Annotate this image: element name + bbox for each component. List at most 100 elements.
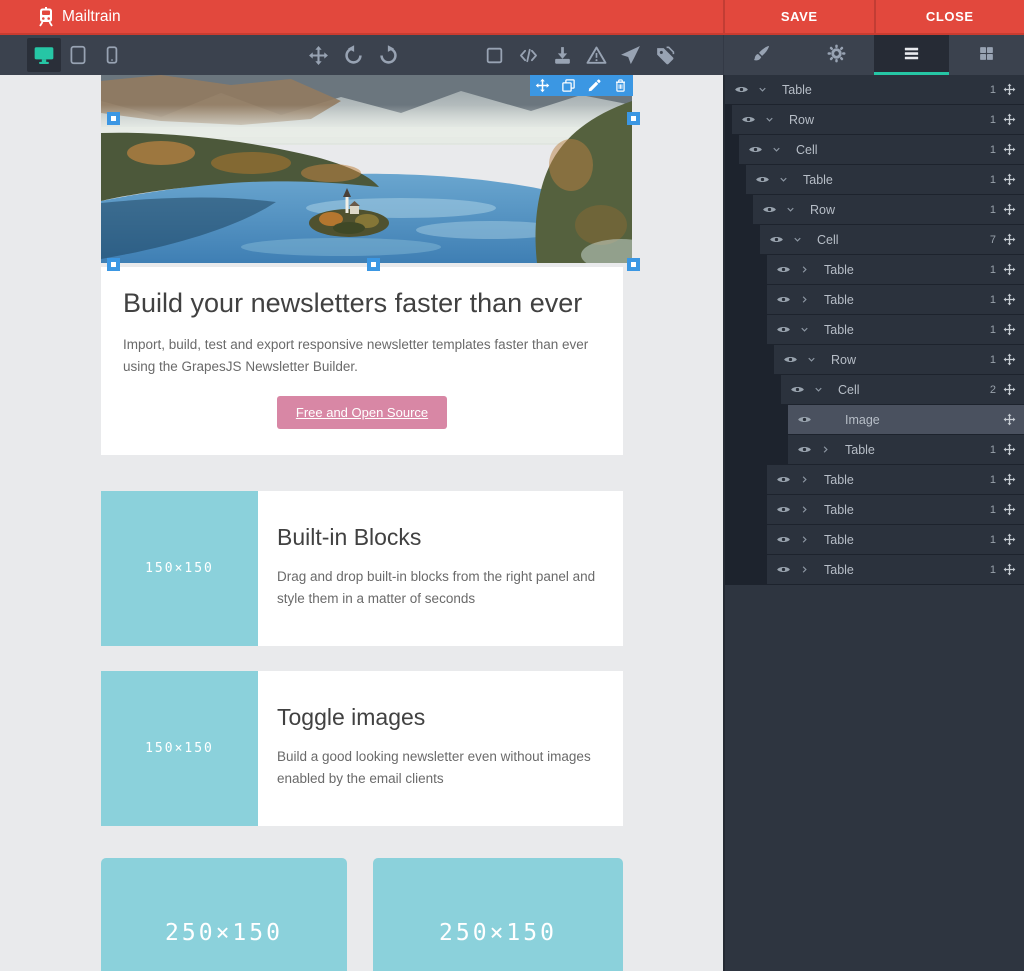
device-tablet-button[interactable] xyxy=(61,38,95,72)
move-icon[interactable] xyxy=(1003,503,1016,516)
move-icon[interactable] xyxy=(1003,143,1016,156)
layer-row-cell[interactable]: Cell1 xyxy=(739,135,1024,165)
code-button[interactable] xyxy=(518,45,539,66)
eye-icon[interactable] xyxy=(797,412,813,427)
move-icon[interactable] xyxy=(1003,383,1016,396)
eye-icon[interactable] xyxy=(776,322,792,337)
resize-handle-left[interactable] xyxy=(107,112,120,125)
eye-icon[interactable] xyxy=(783,352,799,367)
layer-row-row[interactable]: Row1 xyxy=(753,195,1024,225)
eye-icon[interactable] xyxy=(748,142,764,157)
move-icon[interactable] xyxy=(1003,413,1016,426)
move-icon[interactable] xyxy=(1003,83,1016,96)
layer-row-image[interactable]: Image xyxy=(788,405,1024,435)
image-placeholder[interactable]: 250×150 xyxy=(101,858,347,971)
move-icon[interactable] xyxy=(1003,533,1016,546)
hero-image[interactable] xyxy=(101,75,632,263)
device-desktop-button[interactable] xyxy=(27,38,61,72)
layer-row-table[interactable]: Table1 xyxy=(767,315,1024,345)
move-icon[interactable] xyxy=(1003,233,1016,246)
move-icon[interactable] xyxy=(1003,563,1016,576)
move-button[interactable] xyxy=(535,78,550,93)
chevron-down-icon[interactable] xyxy=(764,114,776,125)
layer-row-row[interactable]: Row1 xyxy=(774,345,1024,375)
image-placeholder[interactable]: 250×150 xyxy=(373,858,623,971)
send-button[interactable] xyxy=(620,45,641,66)
eye-icon[interactable] xyxy=(741,112,757,127)
tag-button[interactable] xyxy=(654,45,675,66)
feature-section[interactable]: 150×150Built-in BlocksDrag and drop buil… xyxy=(101,491,623,646)
layer-row-table[interactable]: Table1 xyxy=(788,435,1024,465)
chevron-right-icon[interactable] xyxy=(799,294,811,305)
warning-button[interactable] xyxy=(586,45,607,66)
move-icon[interactable] xyxy=(1003,113,1016,126)
panel-tab-layers[interactable] xyxy=(874,35,949,75)
layer-row-cell[interactable]: Cell2 xyxy=(781,375,1024,405)
eye-icon[interactable] xyxy=(776,562,792,577)
cta-button[interactable]: Free and Open Source xyxy=(277,396,447,429)
edit-button[interactable] xyxy=(587,78,602,93)
eye-icon[interactable] xyxy=(776,472,792,487)
move-icon[interactable] xyxy=(1003,473,1016,486)
chevron-down-icon[interactable] xyxy=(757,84,769,95)
chevron-down-icon[interactable] xyxy=(806,354,818,365)
eye-icon[interactable] xyxy=(755,172,771,187)
layer-row-row[interactable]: Row1 xyxy=(732,105,1024,135)
move-icon[interactable] xyxy=(1003,293,1016,306)
move-icon[interactable] xyxy=(1003,263,1016,276)
resize-handle-bottom-center[interactable] xyxy=(367,258,380,271)
copy-button[interactable] xyxy=(561,78,576,93)
undo-button[interactable] xyxy=(343,45,364,66)
panel-tab-blocks[interactable] xyxy=(949,35,1024,75)
layer-row-table[interactable]: Table1 xyxy=(725,75,1024,105)
layer-row-cell[interactable]: Cell7 xyxy=(760,225,1024,255)
resize-handle-bottom-right[interactable] xyxy=(627,258,640,271)
chevron-down-icon[interactable] xyxy=(785,204,797,215)
chevron-right-icon[interactable] xyxy=(799,504,811,515)
layer-row-table[interactable]: Table1 xyxy=(767,495,1024,525)
chevron-right-icon[interactable] xyxy=(820,444,832,455)
chevron-right-icon[interactable] xyxy=(799,564,811,575)
move-icon[interactable] xyxy=(1003,173,1016,186)
move-icon[interactable] xyxy=(1003,353,1016,366)
chevron-right-icon[interactable] xyxy=(799,264,811,275)
panel-tab-brush[interactable] xyxy=(724,35,799,75)
save-button[interactable]: SAVE xyxy=(723,0,874,33)
layer-row-table[interactable]: Table1 xyxy=(767,285,1024,315)
image-placeholder[interactable]: 150×150 xyxy=(101,671,258,826)
eye-icon[interactable] xyxy=(734,82,750,97)
redo-button[interactable] xyxy=(378,45,399,66)
layer-row-table[interactable]: Table1 xyxy=(767,255,1024,285)
image-placeholder[interactable]: 150×150 xyxy=(101,491,258,646)
close-button[interactable]: CLOSE xyxy=(874,0,1024,33)
border-button[interactable] xyxy=(484,45,505,66)
eye-icon[interactable] xyxy=(776,502,792,517)
resize-handle-bottom-left[interactable] xyxy=(107,258,120,271)
move-icon[interactable] xyxy=(1003,323,1016,336)
layer-row-table[interactable]: Table1 xyxy=(767,525,1024,555)
chevron-down-icon[interactable] xyxy=(799,324,811,335)
resize-handle-right[interactable] xyxy=(627,112,640,125)
chevron-down-icon[interactable] xyxy=(813,384,825,395)
layer-row-table[interactable]: Table1 xyxy=(746,165,1024,195)
move-button[interactable] xyxy=(308,45,329,66)
chevron-right-icon[interactable] xyxy=(799,534,811,545)
eye-icon[interactable] xyxy=(776,292,792,307)
eye-icon[interactable] xyxy=(797,442,813,457)
chevron-right-icon[interactable] xyxy=(799,474,811,485)
feature-section[interactable]: 150×150Toggle imagesBuild a good looking… xyxy=(101,671,623,826)
layer-row-table[interactable]: Table1 xyxy=(767,555,1024,585)
panel-tab-gear[interactable] xyxy=(799,35,874,75)
layer-row-table[interactable]: Table1 xyxy=(767,465,1024,495)
chevron-down-icon[interactable] xyxy=(778,174,790,185)
eye-icon[interactable] xyxy=(769,232,785,247)
eye-icon[interactable] xyxy=(776,262,792,277)
import-button[interactable] xyxy=(552,45,573,66)
eye-icon[interactable] xyxy=(790,382,806,397)
move-icon[interactable] xyxy=(1003,203,1016,216)
eye-icon[interactable] xyxy=(762,202,778,217)
chevron-down-icon[interactable] xyxy=(771,144,783,155)
delete-button[interactable] xyxy=(613,78,628,93)
intro-section[interactable]: Build your newsletters faster than ever … xyxy=(101,267,623,455)
chevron-down-icon[interactable] xyxy=(792,234,804,245)
